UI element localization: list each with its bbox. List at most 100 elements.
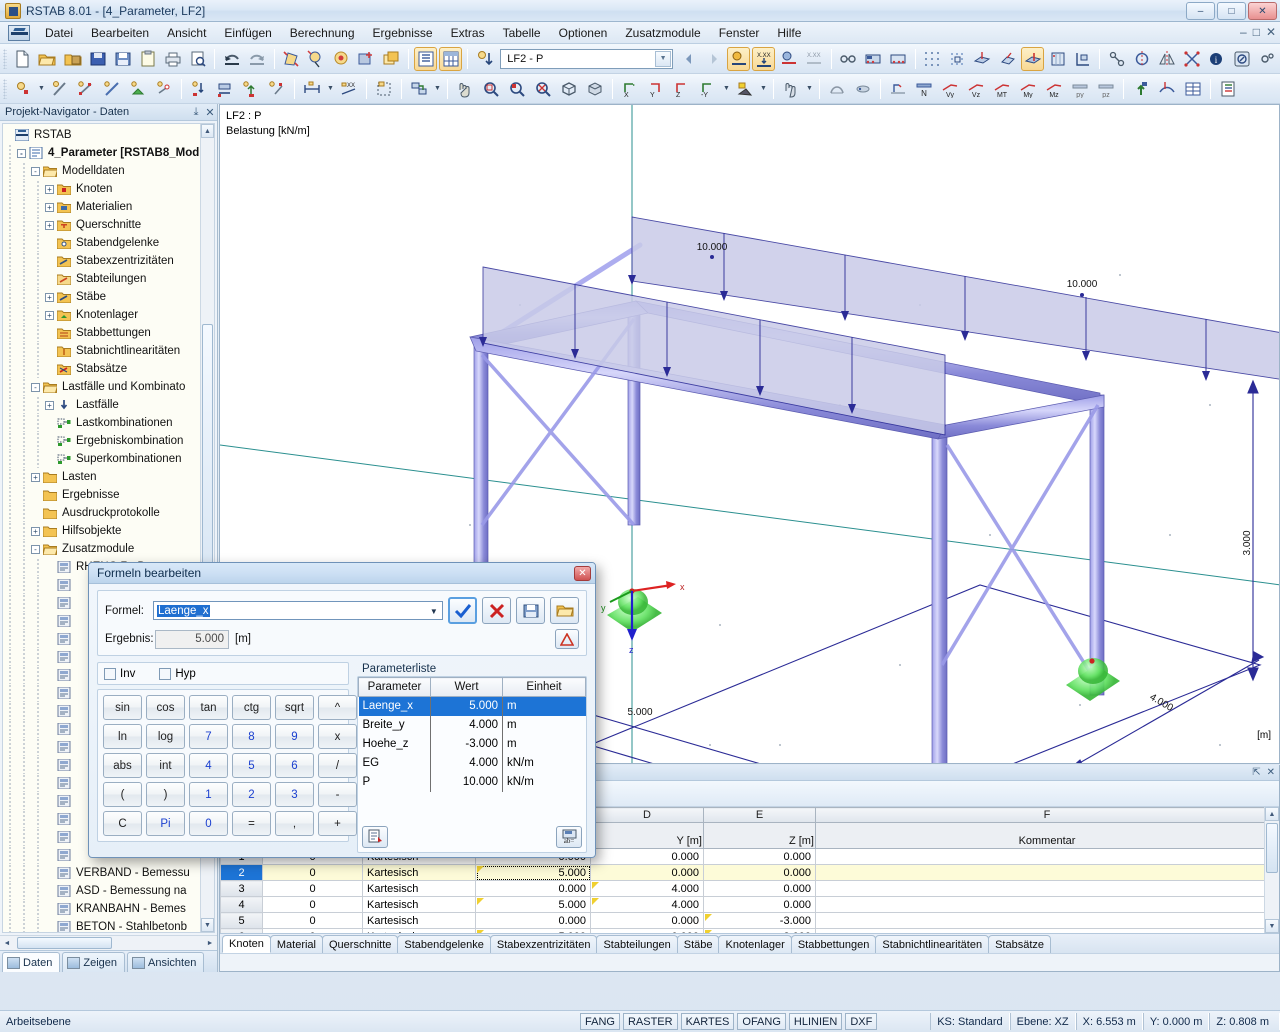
table-tab-stabstze[interactable]: Stabsätze bbox=[988, 935, 1051, 953]
show-results-icon[interactable] bbox=[777, 47, 800, 71]
keypad-button-sym[interactable]: ) bbox=[146, 782, 185, 807]
tree-expander[interactable]: - bbox=[31, 544, 40, 554]
tree-item[interactable]: Stabnichtlinearitäten bbox=[3, 342, 214, 360]
hscroll-thumb[interactable] bbox=[17, 937, 112, 949]
save-formula-button[interactable] bbox=[516, 597, 546, 624]
tree-item[interactable]: RSTAB bbox=[3, 126, 214, 144]
cell-y[interactable]: 4.000 bbox=[590, 880, 704, 897]
view-y-icon[interactable]: Y bbox=[644, 77, 668, 101]
minimize-button[interactable]: – bbox=[1186, 2, 1215, 20]
cell-system[interactable]: Kartesisch bbox=[362, 880, 476, 897]
table-row[interactable]: 5 0 Kartesisch 0.000 0.000 -3.000 bbox=[220, 912, 1279, 929]
cell-z[interactable]: 0.000 bbox=[703, 896, 816, 913]
cell-knoten[interactable]: 0 bbox=[262, 912, 363, 929]
cell-kommentar[interactable] bbox=[815, 912, 1279, 929]
cell-y[interactable]: 4.000 bbox=[590, 896, 704, 913]
render-model-icon[interactable] bbox=[862, 47, 885, 71]
tree-item[interactable]: + Knotenlager bbox=[3, 306, 214, 324]
zoom-window-icon[interactable] bbox=[479, 77, 503, 101]
plane-xz-icon[interactable] bbox=[1021, 46, 1045, 71]
keypad-button-sqrt[interactable]: sqrt bbox=[275, 695, 314, 720]
menu-item-tabelle[interactable]: Tabelle bbox=[494, 23, 550, 43]
tree-item[interactable]: - Lastfälle und Kombinato bbox=[3, 378, 214, 396]
menu-item-zusatzmodule[interactable]: Zusatzmodule bbox=[616, 23, 709, 43]
tree-item[interactable]: Ergebniskombination bbox=[3, 432, 214, 450]
tree-expander[interactable]: + bbox=[45, 400, 54, 410]
keypad-button-x[interactable]: x bbox=[318, 724, 357, 749]
keypad-button-cos[interactable]: cos bbox=[146, 695, 185, 720]
tree-item[interactable]: Stabbettungen bbox=[3, 324, 214, 342]
table-tab-stbe[interactable]: Stäbe bbox=[676, 935, 720, 953]
undo-icon[interactable] bbox=[220, 47, 243, 71]
new-member-set-icon[interactable] bbox=[74, 77, 98, 101]
rotate-icon[interactable] bbox=[1130, 47, 1153, 71]
apply-formula-button[interactable] bbox=[448, 597, 478, 624]
tree-item[interactable]: + Hilfsobjekte bbox=[3, 522, 214, 540]
new-support-icon[interactable] bbox=[126, 77, 150, 101]
tree-expander[interactable]: - bbox=[31, 382, 40, 392]
keypad-button-7[interactable]: 7 bbox=[189, 724, 228, 749]
row-number[interactable]: 3 bbox=[220, 880, 263, 897]
close-icon[interactable]: ✕ bbox=[203, 106, 217, 119]
mdi-close-button[interactable]: ✕ bbox=[1266, 25, 1276, 39]
selection-rect-icon[interactable] bbox=[372, 77, 396, 101]
dialog-close-button[interactable]: ✕ bbox=[574, 566, 591, 581]
save-icon[interactable] bbox=[111, 47, 134, 71]
navigator-tab-daten[interactable]: Daten bbox=[2, 952, 61, 972]
grid-col-E[interactable]: E bbox=[703, 807, 816, 823]
table-tab-knotenlager[interactable]: Knotenlager bbox=[718, 935, 792, 953]
tree-expander[interactable]: - bbox=[31, 166, 40, 176]
cell-y[interactable]: 0.000 bbox=[590, 912, 704, 929]
chevron-down-icon[interactable]: ▼ bbox=[36, 78, 47, 100]
param-header-einheit[interactable]: Einheit bbox=[502, 677, 586, 697]
print-icon[interactable] bbox=[161, 47, 184, 71]
tree-item[interactable]: ASD - Bemessung na bbox=[3, 882, 214, 900]
chevron-down-icon[interactable]: ▼ bbox=[325, 78, 336, 100]
nodal-load-icon[interactable] bbox=[187, 77, 211, 101]
show-loads-icon[interactable] bbox=[727, 46, 751, 71]
keypad-button-int[interactable]: int bbox=[146, 753, 185, 778]
table-row[interactable]: 60Kartesisch5.0000.000-3.000 bbox=[220, 928, 1279, 933]
zoom-all-icon[interactable] bbox=[505, 77, 529, 101]
pin-icon[interactable]: ⤓ bbox=[189, 106, 203, 119]
show-table-icon[interactable] bbox=[439, 46, 463, 71]
keypad-button-C[interactable]: C bbox=[103, 811, 142, 836]
cell-knoten[interactable]: 0 bbox=[262, 880, 363, 897]
keypad-button-3[interactable]: 3 bbox=[275, 782, 314, 807]
cell-system[interactable]: Kartesisch bbox=[362, 896, 476, 913]
formula-input[interactable]: Laenge_x ▼ bbox=[153, 601, 444, 620]
shear-vz-icon[interactable]: Vz bbox=[964, 77, 988, 101]
view-settings-icon[interactable] bbox=[1231, 47, 1254, 71]
tree-item[interactable]: Superkombinationen bbox=[3, 450, 214, 468]
grid-display-icon[interactable] bbox=[946, 47, 969, 71]
keypad-button-sym[interactable]: ( bbox=[103, 782, 142, 807]
pan-hand-icon[interactable] bbox=[453, 77, 477, 101]
new-node-icon[interactable] bbox=[11, 77, 35, 101]
result-diagram-icon[interactable] bbox=[886, 77, 910, 101]
tree-item[interactable]: Ergebnisse bbox=[3, 486, 214, 504]
keypad-button-sym[interactable]: - bbox=[318, 782, 357, 807]
select-object-icon[interactable] bbox=[280, 47, 303, 71]
cell-z[interactable]: -3.000 bbox=[703, 912, 816, 929]
param-row[interactable]: Breite_y 4.000 m bbox=[359, 715, 586, 735]
redo-icon[interactable] bbox=[246, 47, 269, 71]
status-toggle-hlinien[interactable]: HLINIEN bbox=[788, 1013, 843, 1030]
glasses-icon[interactable] bbox=[837, 47, 860, 71]
scroll-down-icon[interactable]: ▼ bbox=[201, 918, 214, 932]
info-icon[interactable]: i bbox=[1206, 47, 1229, 71]
cell-z[interactable]: -3.000 bbox=[703, 928, 816, 933]
open-formula-button[interactable] bbox=[550, 597, 579, 624]
menu-item-datei[interactable]: Datei bbox=[36, 23, 82, 43]
param-row[interactable]: Laenge_x 5.000 m bbox=[358, 696, 586, 716]
status-toggle-raster[interactable]: RASTER bbox=[622, 1013, 678, 1030]
new-parameter-button[interactable] bbox=[362, 825, 388, 848]
intersect-icon[interactable] bbox=[1181, 47, 1204, 71]
menu-item-ansicht[interactable]: Ansicht bbox=[158, 23, 215, 43]
axial-force-n-icon[interactable]: N bbox=[912, 77, 936, 101]
mdi-minimize-button[interactable]: – bbox=[1240, 25, 1247, 39]
deform-py-icon[interactable]: py bbox=[1068, 77, 1092, 101]
tree-item[interactable]: VERBAND - Bemessu bbox=[3, 864, 214, 882]
view-solid-icon[interactable] bbox=[583, 77, 607, 101]
support-reaction-icon[interactable] bbox=[851, 77, 875, 101]
toolbar-grip[interactable] bbox=[3, 78, 7, 99]
